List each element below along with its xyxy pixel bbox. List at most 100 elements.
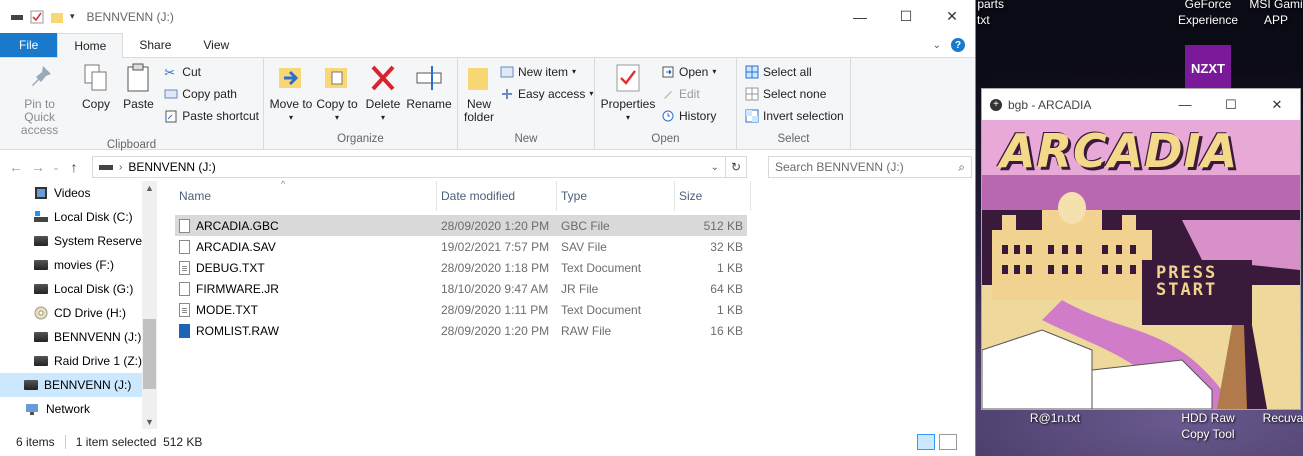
address-bar[interactable]: › BENNVENN (J:) ⌄ [92, 156, 726, 178]
help-icon[interactable]: ? [951, 38, 965, 52]
move-to-button[interactable]: Move to ▾ [268, 62, 314, 124]
paste-button[interactable]: Paste [117, 62, 161, 111]
rename-button[interactable]: Rename [406, 62, 452, 111]
tab-view[interactable]: View [187, 33, 245, 57]
new-folder-button[interactable]: New folder [462, 62, 496, 124]
up-arrow-icon[interactable]: ↑ [66, 159, 82, 175]
forward-arrow-icon[interactable]: → [30, 159, 46, 175]
delete-label: Delete [365, 97, 401, 111]
rename-label: Rename [406, 97, 452, 111]
nav-item-system-reserved[interactable]: System Reserved [0, 229, 157, 253]
scrollbar-thumb[interactable] [143, 319, 156, 389]
paste-shortcut-button[interactable]: Paste shortcut [164, 106, 259, 125]
nav-item-raid-drive[interactable]: Raid Drive 1 (Z:) [0, 349, 157, 373]
pin-icon [31, 66, 51, 86]
bgb-close-button[interactable]: ✕ [1254, 97, 1300, 113]
nav-item-movies[interactable]: movies (F:) [0, 253, 157, 277]
scroll-down-icon[interactable]: ▼ [142, 417, 157, 427]
file-row[interactable]: MODE.TXT 28/09/2020 1:11 PM Text Documen… [175, 299, 975, 320]
game-screen[interactable]: ARCADIA PRESS START [982, 120, 1300, 409]
file-name: ARCADIA.SAV [196, 239, 276, 254]
nav-item-bennvenn[interactable]: BENNVENN (J:) [0, 325, 157, 349]
minimize-button[interactable]: — [837, 0, 883, 33]
tab-home[interactable]: Home [57, 33, 124, 58]
desktop-icon-hdd-raw[interactable]: HDD Raw Copy Tool [1172, 410, 1244, 442]
copy-to-button[interactable]: Copy to ▾ [314, 62, 360, 124]
history-button[interactable]: History [661, 106, 716, 125]
file-row[interactable]: ROMLIST.RAW 28/09/2020 1:20 PM RAW File … [175, 320, 975, 341]
open-group: Properties ▾ Open ▾ Edit History Open [595, 58, 737, 149]
nav-item-local-disk-g[interactable]: Local Disk (G:) [0, 277, 157, 301]
scroll-up-icon[interactable]: ▲ [142, 183, 157, 193]
column-name[interactable]: Name [175, 181, 437, 211]
file-row[interactable]: FIRMWARE.JR 18/10/2020 9:47 AM JR File 6… [175, 278, 975, 299]
properties-check-icon[interactable] [30, 10, 44, 24]
desktop-icon-geforce[interactable]: GeForce Experience [1175, 0, 1241, 28]
desktop-icon-rain-txt[interactable]: R@1n.txt [1020, 410, 1090, 426]
bgb-minimize-button[interactable]: — [1162, 97, 1208, 113]
clipboard-group-label: Clipboard [106, 139, 157, 151]
file-row[interactable]: ARCADIA.SAV 19/02/2021 7:57 PM SAV File … [175, 236, 975, 257]
easy-access-icon [502, 88, 512, 99]
drive-icon [34, 236, 48, 246]
nav-item-local-disk-c[interactable]: Local Disk (C:) [0, 205, 157, 229]
cut-button[interactable]: ✂ Cut [164, 62, 259, 81]
large-icons-view-button[interactable] [939, 434, 957, 450]
tab-share[interactable]: Share [123, 33, 187, 57]
qat-dropdown-icon[interactable]: ▾ [70, 11, 75, 22]
expand-ribbon-icon[interactable]: ⌄ [933, 40, 941, 51]
nav-item-bennvenn-selected[interactable]: BENNVENN (J:) [0, 373, 157, 397]
column-size[interactable]: Size [675, 181, 751, 211]
ribbon-tabs: File Home Share View ⌄ ? [0, 33, 975, 58]
organize-group-label: Organize [337, 133, 384, 145]
select-none-button[interactable]: Select none [745, 84, 844, 103]
title-bar: ▾ BENNVENN (J:) — ☐ ✕ [0, 0, 975, 33]
new-folder-qat-icon[interactable] [50, 10, 64, 24]
close-button[interactable]: ✕ [929, 0, 975, 33]
nav-item-videos[interactable]: Videos [0, 181, 157, 205]
recent-locations-icon[interactable]: ⌄ [52, 162, 60, 173]
search-placeholder: Search BENNVENN (J:) [775, 160, 904, 174]
file-name: ARCADIA.GBC [196, 218, 279, 233]
open-icon [662, 66, 674, 77]
open-group-label: Open [651, 133, 680, 145]
delete-button[interactable]: Delete ▾ [360, 62, 406, 124]
paste-shortcut-label: Paste shortcut [182, 108, 259, 123]
back-arrow-icon[interactable]: ← [8, 159, 24, 175]
bgb-window-title: bgb - ARCADIA [1008, 97, 1092, 112]
breadcrumb-chevron-icon[interactable]: › [119, 162, 122, 173]
open-button[interactable]: Open ▾ [661, 62, 716, 81]
edit-button[interactable]: Edit [661, 84, 716, 103]
breadcrumb[interactable]: BENNVENN (J:) [128, 160, 215, 174]
select-all-button[interactable]: Select all [745, 62, 844, 81]
move-to-dropdown-icon: ▾ [288, 113, 293, 122]
address-dropdown-icon[interactable]: ⌄ [711, 162, 719, 173]
refresh-button[interactable]: ↻ [725, 156, 747, 178]
copy-path-button[interactable]: Copy path [164, 84, 259, 103]
properties-button[interactable]: Properties ▾ [599, 62, 657, 124]
nav-scrollbar[interactable]: ▲ ▼ [142, 181, 157, 429]
column-type[interactable]: Type [557, 181, 675, 211]
search-input[interactable]: Search BENNVENN (J:) ⌕ [768, 156, 972, 178]
copy-button[interactable]: Copy [75, 62, 117, 111]
nav-item-cd-drive[interactable]: CD Drive (H:) [0, 301, 157, 325]
quick-access-toolbar: ▾ [0, 10, 75, 24]
desktop-icon-msi[interactable]: MSI Gami APP [1246, 0, 1303, 28]
file-row[interactable]: ARCADIA.GBC 28/09/2020 1:20 PM GBC File … [175, 215, 747, 236]
invert-selection-button[interactable]: Invert selection [745, 106, 844, 125]
desktop-icon-recuva[interactable]: Recuva [1258, 410, 1303, 426]
file-size: 1 KB [716, 302, 743, 317]
maximize-button[interactable]: ☐ [883, 0, 929, 33]
details-view-button[interactable] [917, 434, 935, 450]
new-item-button[interactable]: New item ▾ [500, 62, 593, 81]
select-none-icon [745, 87, 759, 100]
text-file-icon [179, 260, 190, 275]
tab-file[interactable]: File [0, 33, 58, 57]
column-date-modified[interactable]: Date modified [437, 181, 557, 211]
nav-item-network[interactable]: Network [0, 397, 157, 421]
pin-quick-access-button[interactable]: Pin to Quick access [4, 62, 75, 137]
bgb-maximize-button[interactable]: ☐ [1208, 97, 1254, 113]
easy-access-button[interactable]: Easy access ▾ [500, 84, 593, 103]
nzxt-logo[interactable]: NZXT [1185, 45, 1231, 91]
file-row[interactable]: DEBUG.TXT 28/09/2020 1:18 PM Text Docume… [175, 257, 975, 278]
